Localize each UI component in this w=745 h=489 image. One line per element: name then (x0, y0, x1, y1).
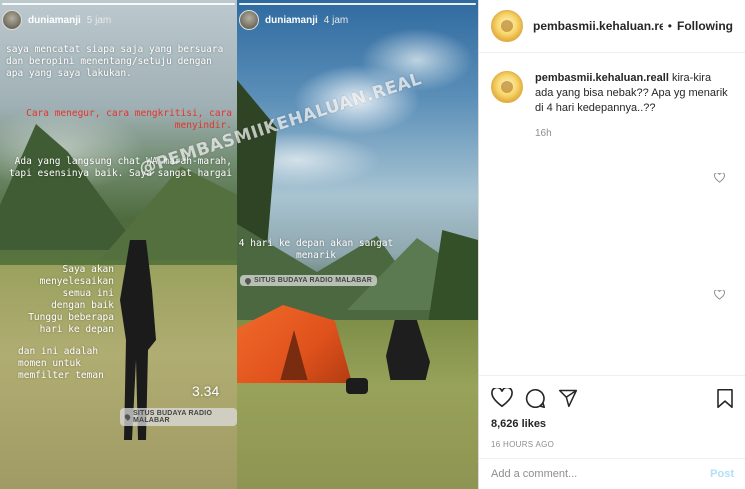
caption-username[interactable]: pembasmii.kehaluan.reall (535, 72, 669, 84)
location-label: SITUS BUDAYA RADIO MALABAR (254, 277, 372, 284)
caption-body: pembasmii.kehaluan.reall kira-kira ada y… (535, 71, 730, 141)
avatar[interactable] (491, 71, 523, 103)
story-progress-bar (239, 3, 476, 5)
separator-dot: • (667, 19, 672, 33)
story-text: dan ini adalah momen untuk memfilter tem… (18, 346, 104, 381)
story-text: 4 hari ke depan akan sangat menarik (238, 238, 394, 261)
story-time: 5 jam (86, 14, 112, 26)
heart-small-icon[interactable] (714, 173, 725, 183)
add-comment-bar: Post (479, 458, 745, 489)
post-header: pembasmii.kehaluan.re • Following (479, 0, 745, 53)
post-actions: 8,626 likes 16 HOURS AGO (479, 375, 745, 449)
action-bar (491, 386, 734, 410)
share-icon[interactable] (558, 388, 578, 408)
story-header: duniamanji 4 jam (239, 10, 348, 30)
location-label: SITUS BUDAYA RADIO MALABAR (133, 410, 213, 424)
story-time: 4 jam (323, 14, 349, 26)
story-text-red: Cara menegur, cara mengkritisi, cara men… (26, 108, 232, 131)
likes-count[interactable]: 8,626 likes (491, 418, 734, 430)
avatar (239, 10, 259, 30)
story-screenshot-1: duniamanji 5 jam saya mencatat siapa saj… (0, 0, 237, 489)
location-sticker: SITUS BUDAYA RADIO MALABAR (240, 275, 377, 286)
story-text: saya mencatat siapa saja yang bersuara d… (6, 44, 224, 79)
location-pin-icon (123, 413, 132, 421)
comment-input[interactable] (491, 468, 711, 480)
caption: pembasmii.kehaluan.reall kira-kira ada y… (479, 53, 745, 141)
avatar (2, 10, 22, 30)
heart-icon[interactable] (491, 388, 513, 408)
time-sticker: 3.34 (192, 383, 220, 399)
location-pin-icon (243, 276, 253, 285)
heart-small-icon[interactable] (714, 290, 725, 300)
following-button[interactable]: Following (677, 19, 733, 33)
story-header: duniamanji 5 jam (2, 10, 111, 30)
avatar[interactable] (491, 10, 523, 42)
caption-time: 16h (535, 128, 552, 139)
story-text: Saya akan menyelesaikan semua ini dengan… (28, 264, 114, 335)
post-username[interactable]: pembasmii.kehaluan.re (533, 19, 663, 33)
post-side-panel: pembasmii.kehaluan.re • Following pembas… (478, 0, 745, 489)
bookmark-icon[interactable] (716, 388, 734, 409)
post-timestamp[interactable]: 16 HOURS AGO (491, 440, 734, 449)
story-username: duniamanji (265, 14, 318, 26)
comment-icon[interactable] (525, 388, 546, 409)
story-username: duniamanji (28, 14, 81, 26)
bag-shape (346, 378, 368, 394)
post-comment-button[interactable]: Post (710, 468, 734, 480)
post-media[interactable]: duniamanji 5 jam saya mencatat siapa saj… (0, 0, 478, 489)
location-sticker: SITUS BUDAYA RADIO MALABAR (120, 408, 237, 426)
story-progress-bar (2, 3, 235, 5)
